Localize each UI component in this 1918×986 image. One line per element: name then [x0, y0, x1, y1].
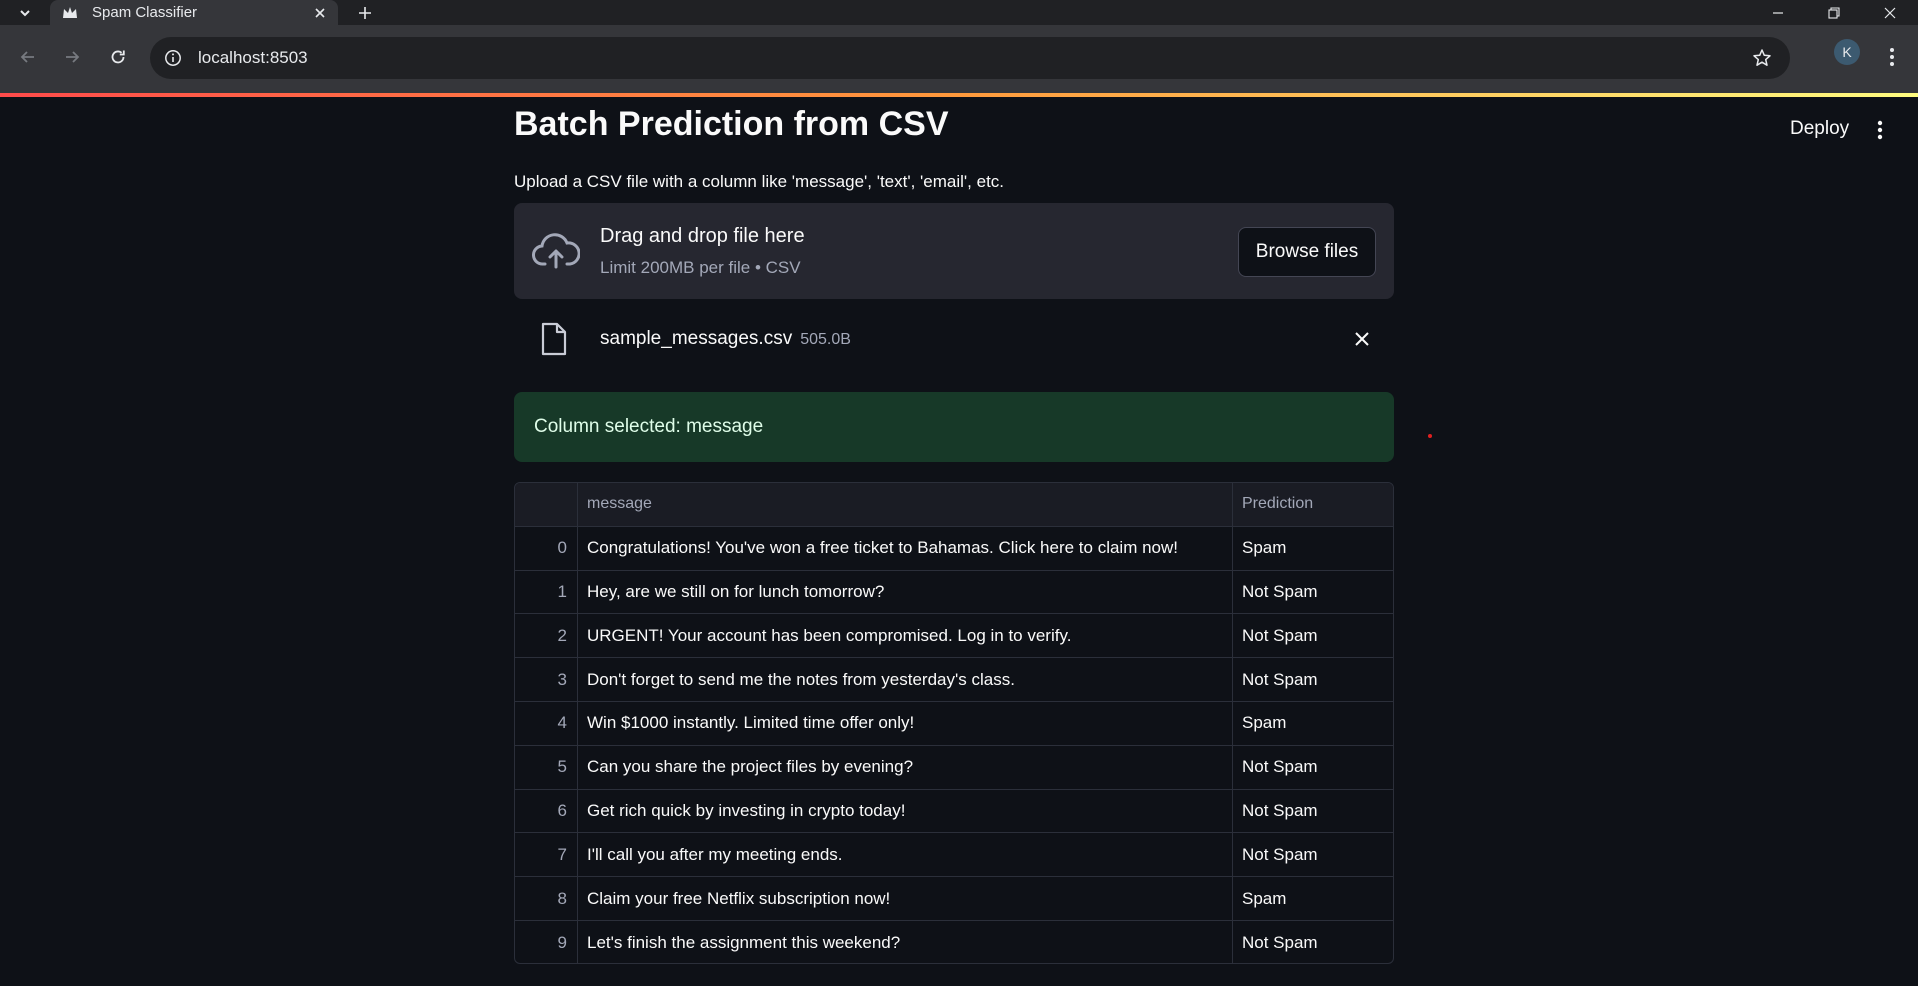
minimize-icon [1773, 11, 1783, 14]
tab-search-button[interactable] [8, 0, 42, 25]
plus-icon [359, 6, 371, 19]
browse-files-button[interactable]: Browse files [1238, 227, 1376, 277]
column-header-index[interactable] [515, 483, 578, 526]
table-row: 6 Get rich quick by investing in crypto … [515, 789, 1393, 834]
cloud-upload-icon [532, 233, 580, 269]
restore-icon [1828, 6, 1840, 19]
message-cell[interactable]: Can you share the project files by eveni… [578, 745, 1233, 789]
table-row: 2 URGENT! Your account has been compromi… [515, 614, 1393, 659]
arrow-left-icon [20, 51, 34, 63]
table-row: 7 I'll call you after my meeting ends. N… [515, 833, 1393, 878]
chevron-down-icon [20, 9, 30, 16]
tab-spam-classifier[interactable]: Spam Classifier [50, 0, 338, 25]
message-cell[interactable]: URGENT! Your account has been compromise… [578, 614, 1233, 658]
close-icon [1884, 7, 1896, 18]
cursor-dot [1428, 434, 1432, 438]
prediction-cell[interactable]: Not Spam [1233, 746, 1393, 789]
prediction-cell[interactable]: Not Spam [1233, 614, 1393, 657]
restore-button[interactable] [1806, 0, 1862, 25]
message-cell[interactable]: I'll call you after my meeting ends. [578, 833, 1233, 877]
streamlit-app: Deploy Batch Prediction from CSV Upload … [0, 97, 1918, 986]
table-row: 5 Can you share the project files by eve… [515, 745, 1393, 790]
table-row: 0 Congratulations! You've won a free tic… [515, 526, 1393, 571]
streamlit-crown-icon [62, 5, 78, 21]
more-vert-icon [1890, 48, 1894, 66]
row-index: 5 [515, 745, 578, 789]
table-row: 9 Let's finish the assignment this weeke… [515, 920, 1393, 963]
page-title: Batch Prediction from CSV [514, 105, 949, 143]
table-row: 4 Win $1000 instantly. Limited time offe… [515, 701, 1393, 746]
table-row: 8 Claim your free Netflix subscription n… [515, 877, 1393, 921]
close-tab-icon[interactable] [308, 1, 332, 25]
forward-button[interactable] [54, 39, 90, 75]
file-uploader-dropzone[interactable]: Drag and drop file here Limit 200MB per … [514, 203, 1394, 299]
upload-instructions: Upload a CSV file with a column like 'me… [514, 172, 1005, 191]
row-index: 9 [515, 920, 578, 963]
arrow-right-icon [66, 51, 80, 63]
prediction-cell[interactable]: Spam [1233, 527, 1393, 570]
new-tab-button[interactable] [352, 0, 378, 25]
file-name: sample_messages.csv [600, 328, 793, 349]
file-icon [541, 322, 567, 356]
file-size: 505.0B [800, 331, 851, 348]
minimize-button[interactable] [1750, 0, 1806, 25]
remove-file-button[interactable] [1350, 327, 1374, 351]
bookmark-star-icon[interactable] [1742, 40, 1782, 76]
reload-icon [111, 50, 125, 64]
row-index: 3 [515, 658, 578, 701]
row-index: 8 [515, 877, 578, 920]
row-index: 0 [515, 526, 578, 570]
message-cell[interactable]: Claim your free Netflix subscription now… [578, 877, 1233, 920]
message-cell[interactable]: Let's finish the assignment this weekend… [578, 920, 1233, 963]
deploy-button[interactable]: Deploy [1780, 114, 1859, 144]
prediction-cell[interactable]: Not Spam [1233, 833, 1393, 876]
prediction-cell[interactable]: Not Spam [1233, 921, 1393, 963]
prediction-cell[interactable]: Not Spam [1233, 790, 1393, 833]
message-cell[interactable]: Win $1000 instantly. Limited time offer … [578, 701, 1233, 745]
row-index: 2 [515, 614, 578, 658]
message-cell[interactable]: Get rich quick by investing in crypto to… [578, 789, 1233, 833]
reload-button[interactable] [100, 39, 136, 75]
success-alert: Column selected: message [514, 392, 1394, 462]
site-info-icon[interactable] [164, 49, 182, 67]
browser-toolbar: localhost:8503 K [0, 25, 1918, 93]
row-index: 6 [515, 789, 578, 833]
message-cell[interactable]: Don't forget to send me the notes from y… [578, 658, 1233, 701]
browser-menu-button[interactable] [1876, 39, 1908, 75]
row-index: 7 [515, 833, 578, 877]
prediction-cell[interactable]: Spam [1233, 702, 1393, 745]
row-index: 4 [515, 701, 578, 745]
table-row: 1 Hey, are we still on for lunch tomorro… [515, 570, 1393, 615]
column-header-prediction[interactable]: Prediction [1233, 483, 1393, 526]
back-button[interactable] [10, 39, 46, 75]
prediction-cell[interactable]: Not Spam [1233, 658, 1393, 701]
table-header-row: message Prediction [515, 483, 1393, 527]
message-cell[interactable]: Hey, are we still on for lunch tomorrow? [578, 570, 1233, 614]
column-header-message[interactable]: message [578, 483, 1233, 526]
tab-title: Spam Classifier [92, 4, 198, 21]
dropzone-limits: Limit 200MB per file • CSV [600, 258, 801, 277]
close-window-button[interactable] [1862, 0, 1918, 25]
tab-strip: Spam Classifier [0, 0, 1918, 25]
row-index: 1 [515, 570, 578, 614]
app-main-menu-button[interactable] [1868, 115, 1892, 145]
address-bar[interactable]: localhost:8503 [150, 37, 1790, 79]
message-cell[interactable]: Congratulations! You've won a free ticke… [578, 526, 1233, 570]
dropzone-title: Drag and drop file here [600, 225, 805, 247]
more-vert-icon [1877, 120, 1883, 140]
table-row: 3 Don't forget to send me the notes from… [515, 658, 1393, 702]
profile-avatar[interactable]: K [1834, 39, 1860, 65]
prediction-cell[interactable]: Spam [1233, 877, 1393, 920]
prediction-cell[interactable]: Not Spam [1233, 571, 1393, 614]
results-dataframe[interactable]: message Prediction 0 Congratulations! Yo… [514, 482, 1394, 964]
uploaded-file: sample_messages.csv 505.0B [514, 309, 1394, 369]
file-name-line: sample_messages.csv 505.0B [600, 328, 851, 350]
url-text: localhost:8503 [198, 48, 308, 67]
close-icon [1355, 332, 1369, 346]
